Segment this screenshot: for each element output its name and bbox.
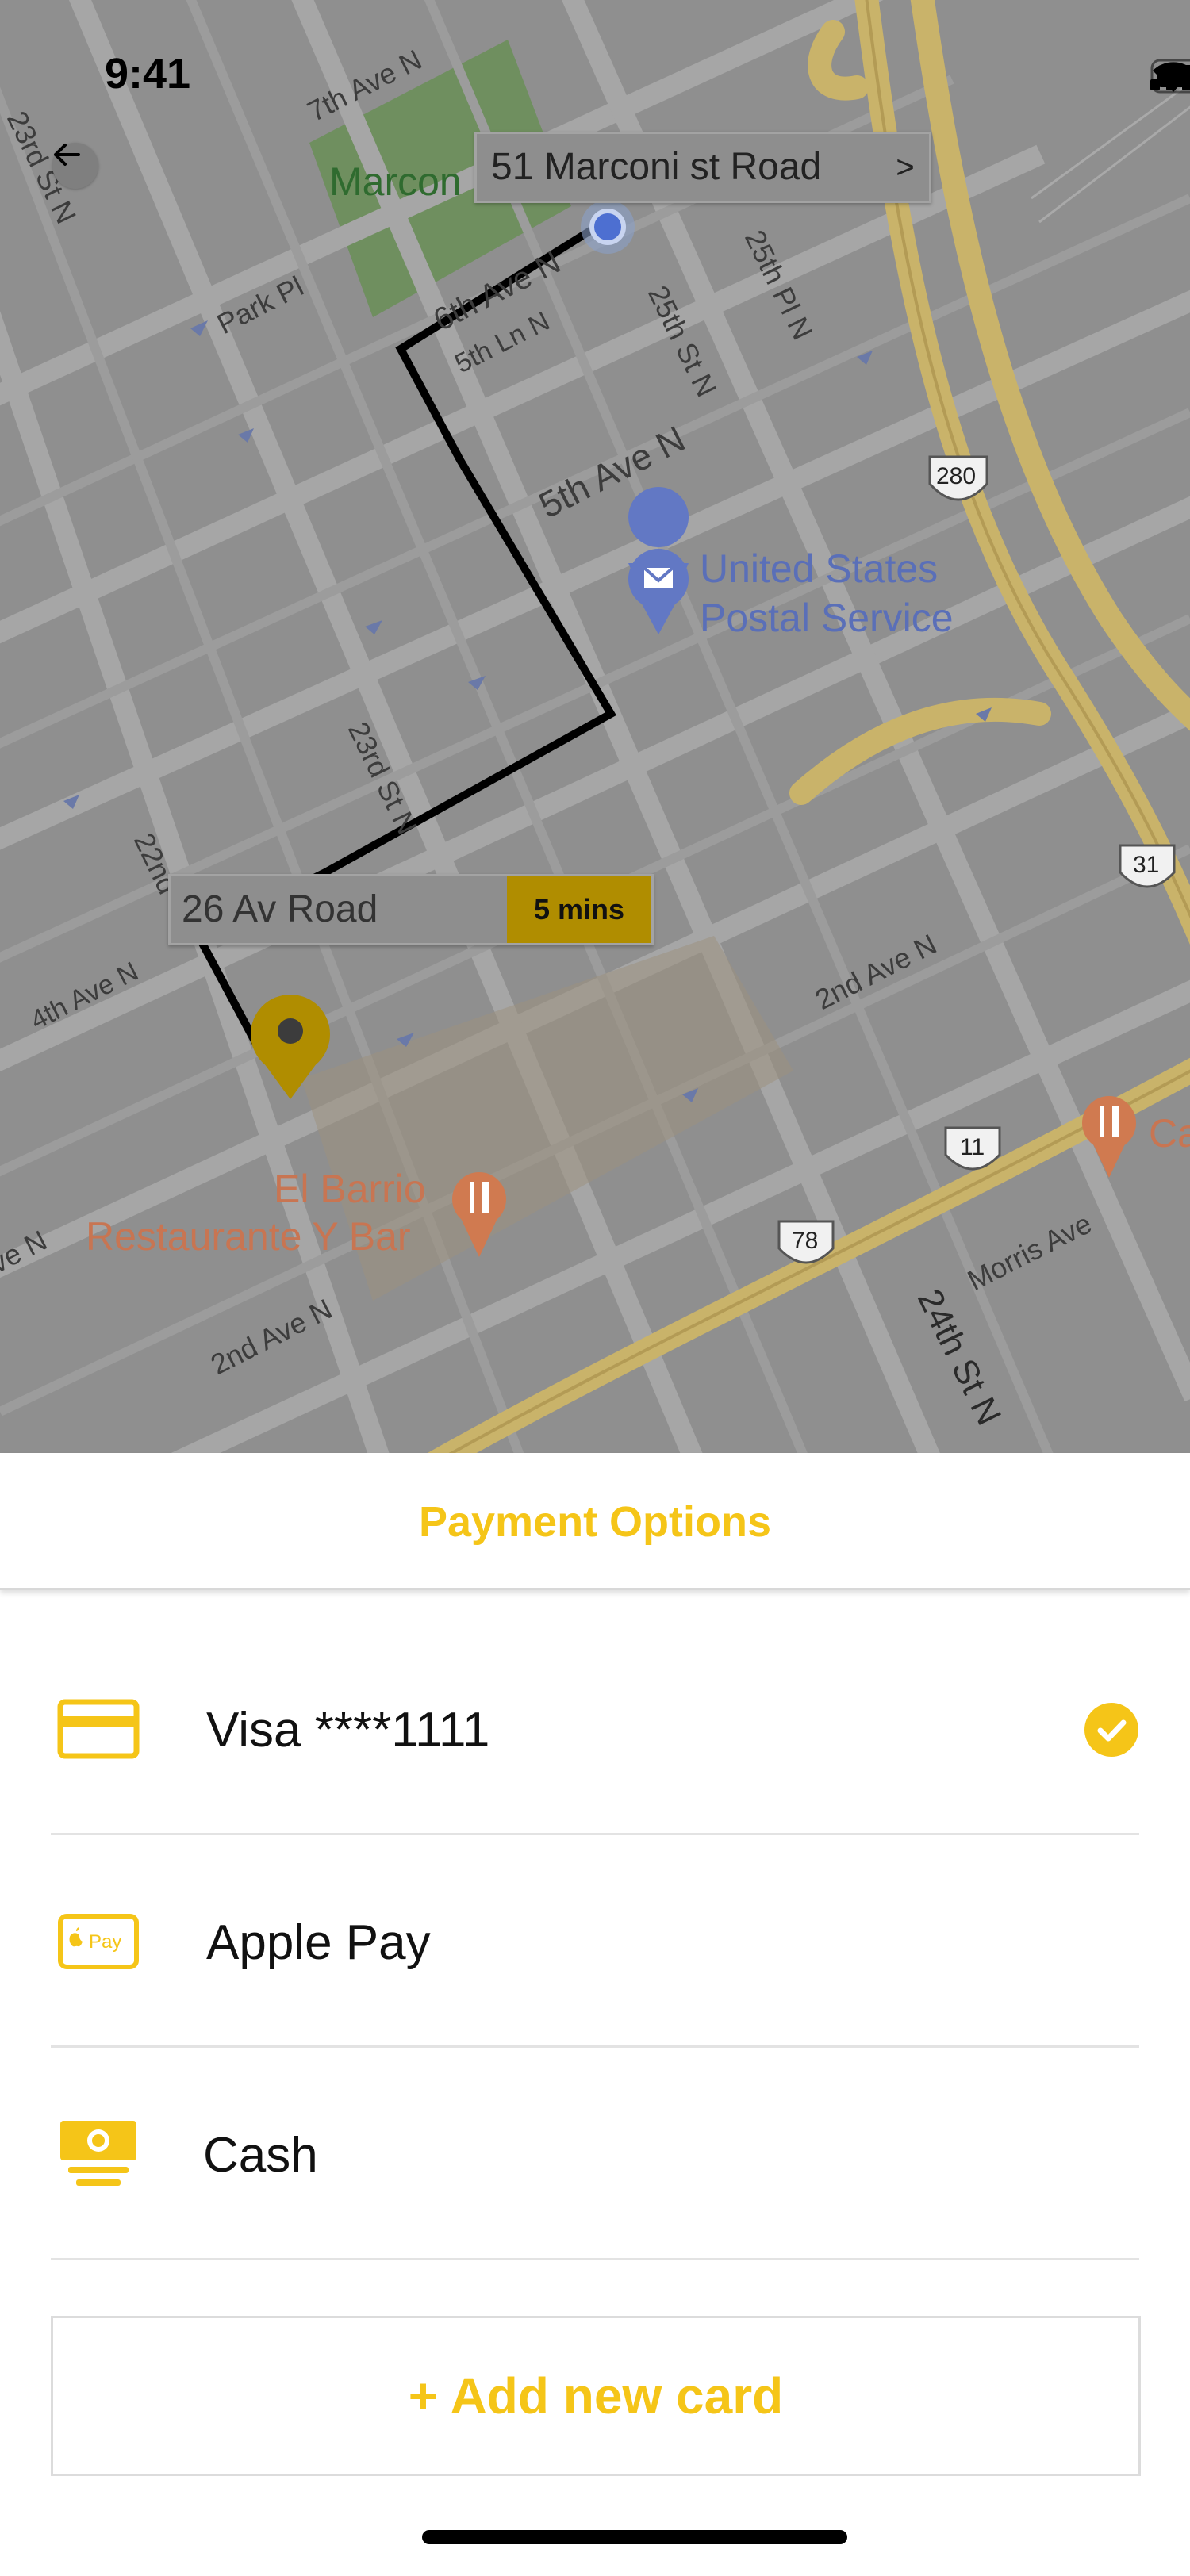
destination-address: 51 Marconi st Road xyxy=(491,146,822,188)
sheet-header: Payment Options xyxy=(0,1453,1190,1590)
apple-pay-badge-text: Pay xyxy=(89,1931,121,1953)
payment-option-label: Apple Pay xyxy=(206,1915,431,1970)
highway-31-label: 31 xyxy=(1133,852,1160,878)
eta-badge: 5 mins xyxy=(507,876,651,943)
map-label-cafe: Ca xyxy=(1149,1111,1190,1156)
payment-option-label: Visa ****1111 xyxy=(206,1703,490,1758)
map-view[interactable]: 7th Ave N Marcon Park Pl 6th Ave N 5th L… xyxy=(0,0,1190,1453)
back-button[interactable] xyxy=(52,143,98,189)
payment-option-visa[interactable]: Visa ****1111 xyxy=(51,1623,1139,1835)
arrow-left-icon xyxy=(54,144,80,166)
payment-option-label: Cash xyxy=(203,2128,318,2183)
check-circle-icon xyxy=(1084,1703,1138,1757)
map-label-el-barrio: El Barrio xyxy=(274,1167,426,1211)
apple-pay-icon: Pay xyxy=(58,1914,139,1969)
divider xyxy=(51,2258,1139,2260)
sheet-title: Payment Options xyxy=(418,1498,772,1546)
highway-280-label: 280 xyxy=(936,463,977,489)
map-label-el-barrio-2: Restaurante Y Bar xyxy=(86,1214,411,1259)
chevron-right-icon: > xyxy=(896,150,915,185)
highway-11-label: 11 xyxy=(960,1134,985,1160)
origin-callout[interactable]: 26 Av Road 5 mins xyxy=(168,874,654,945)
credit-card-icon xyxy=(57,1699,140,1759)
map-label-usps-2: Postal Service xyxy=(700,596,954,640)
cash-icon xyxy=(60,2121,136,2186)
add-new-card-button[interactable]: + Add new card xyxy=(51,2316,1141,2476)
payment-option-apple-pay[interactable]: Pay Apple Pay xyxy=(51,1835,1139,2048)
battery-icon xyxy=(1150,59,1190,94)
current-location-dot xyxy=(589,209,626,245)
payment-option-cash[interactable]: Cash xyxy=(51,2048,1139,2260)
origin-address: 26 Av Road xyxy=(182,888,378,930)
map-label-usps: United States xyxy=(700,546,939,591)
home-indicator[interactable] xyxy=(422,2530,847,2544)
map-label-park: Marcon xyxy=(329,159,462,204)
status-time: 9:41 xyxy=(105,50,191,98)
destination-callout[interactable]: 51 Marconi st Road > xyxy=(474,132,931,203)
highway-78-label: 78 xyxy=(792,1228,819,1254)
